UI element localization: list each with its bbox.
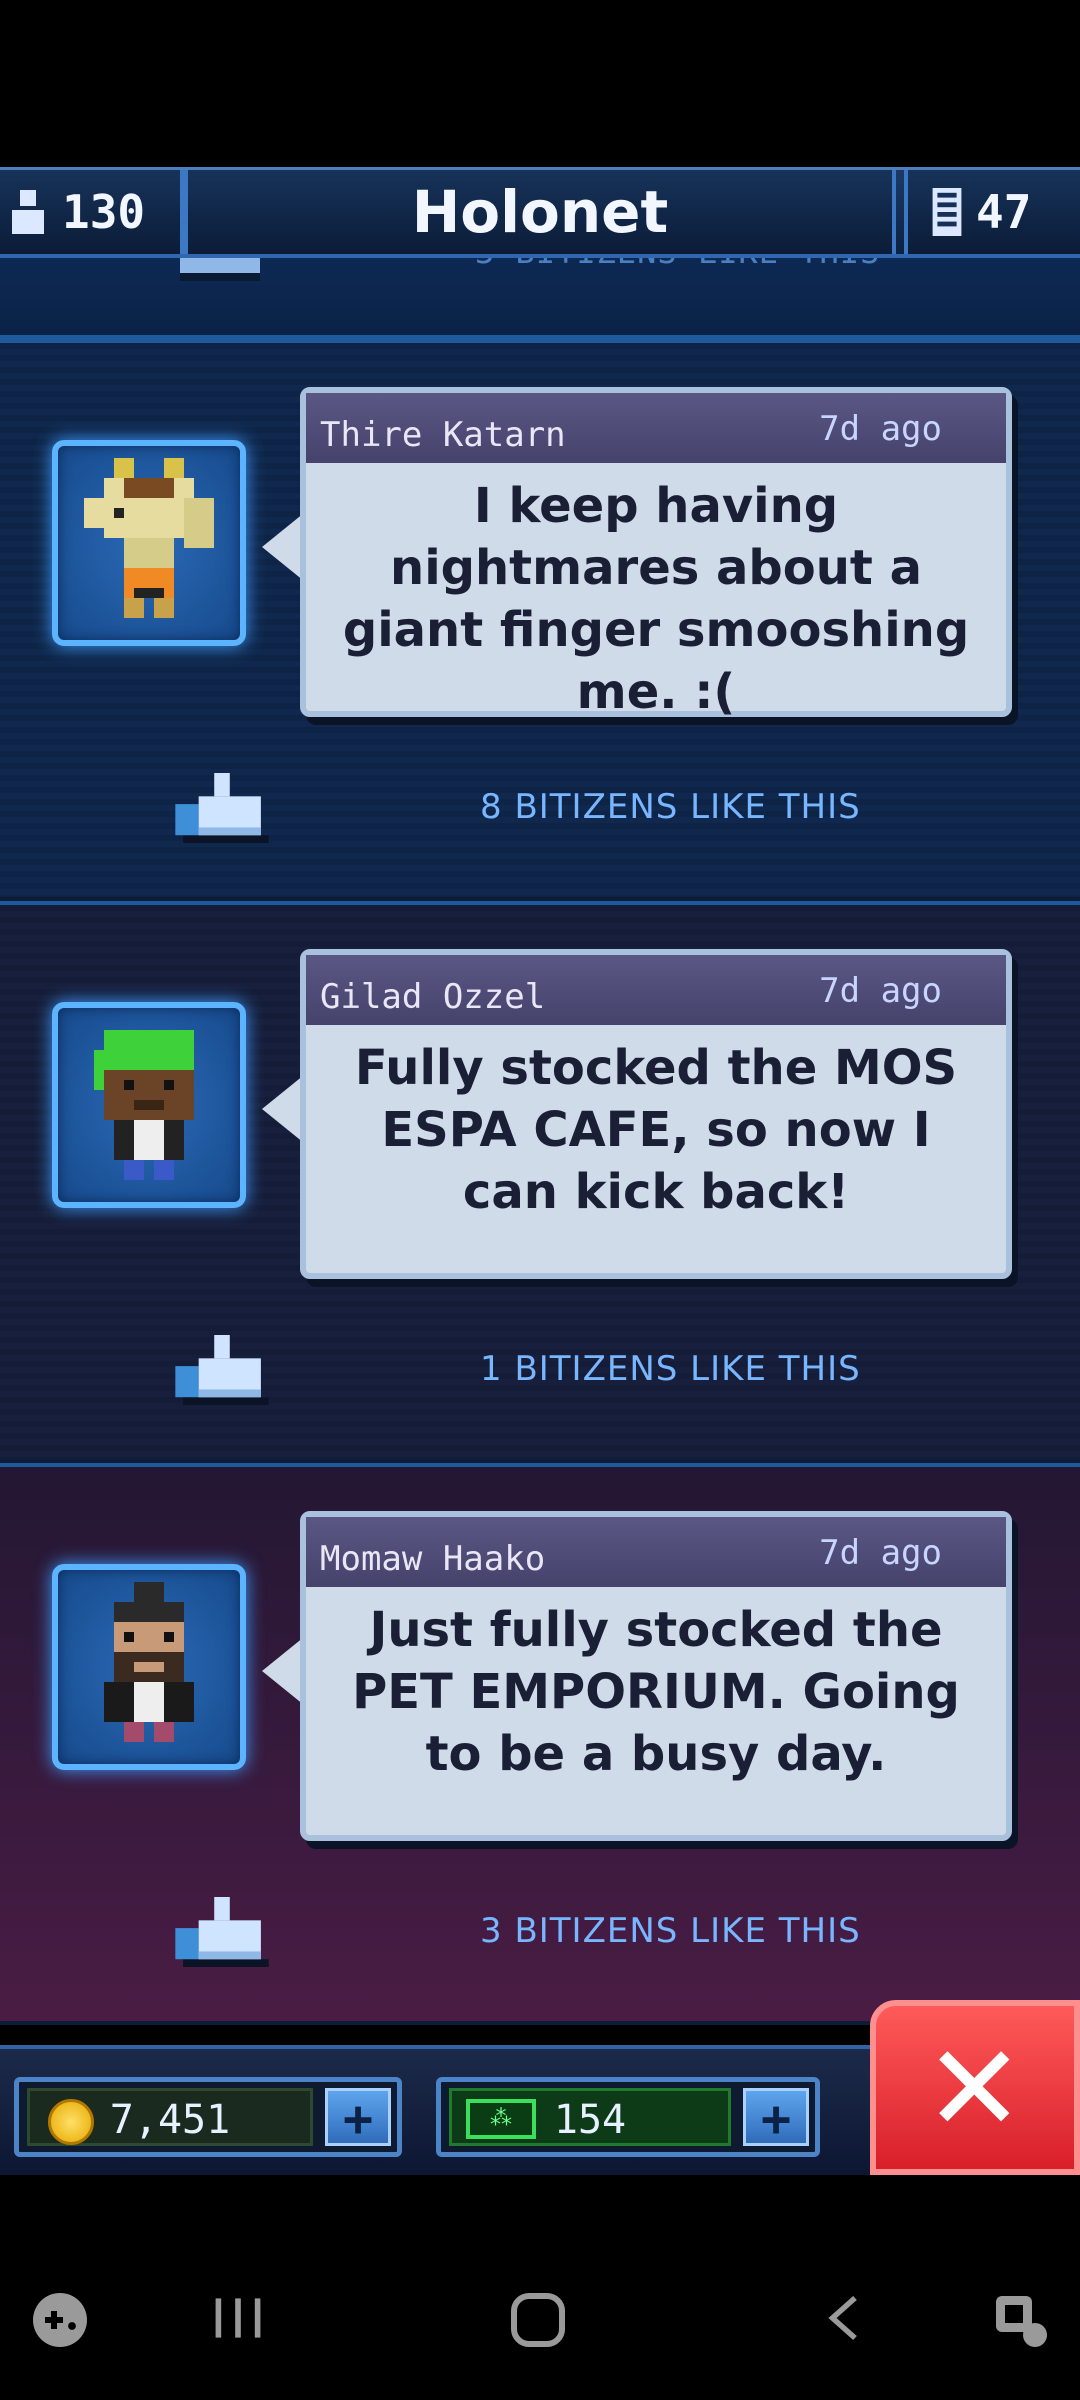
bubble-header: Momaw Haako 7d ago <box>306 1517 1006 1587</box>
population-counter[interactable]: 130 <box>0 170 184 254</box>
buy-bux-button[interactable]: + <box>743 2088 809 2147</box>
game-screen: 130 Holonet 47 3 BITIZENS LIKE THIS Thir… <box>0 0 1080 2400</box>
green-hair-avatar <box>94 1030 194 1180</box>
thumbs-up-icon[interactable] <box>174 1897 270 1967</box>
bubble-tail <box>262 1637 304 1705</box>
coins-counter: 7,451 + <box>14 2077 402 2157</box>
buy-coins-button[interactable]: + <box>325 2088 391 2147</box>
screen-assist-icon[interactable] <box>990 2290 1050 2350</box>
likes-count-text: 8 BITIZENS LIKE THIS <box>480 787 861 827</box>
feed-post: Gilad Ozzel 7d ago Fully stocked the MOS… <box>0 901 1080 1463</box>
message-bubble: Momaw Haako 7d ago Just fully stocked th… <box>300 1511 1012 1841</box>
like-row: 1 BITIZENS LIKE THIS <box>0 1325 1080 1415</box>
game-launcher-icon[interactable] <box>30 2290 90 2350</box>
partial-post: 3 BITIZENS LIKE THIS <box>0 251 1080 339</box>
message-bubble: Thire Katarn 7d ago I keep having nightm… <box>300 387 1012 720</box>
author-name: Gilad Ozzel <box>320 977 546 1017</box>
person-icon <box>12 190 44 234</box>
coins-value: 7,451 <box>109 2097 231 2143</box>
avatar[interactable] <box>52 1564 246 1770</box>
author-name: Thire Katarn <box>320 415 566 455</box>
timestamp: 7d ago <box>819 1533 942 1573</box>
message-text: Fully stocked the MOS ESPA CAFE, so now … <box>354 1040 958 1220</box>
author-name: Momaw Haako <box>320 1539 546 1579</box>
message-text: I keep having nightmares about a giant f… <box>342 478 970 720</box>
message-text: Just fully stocked the PET EMPORIUM. Goi… <box>352 1602 960 1782</box>
bubble-tail <box>262 513 304 581</box>
holonet-feed[interactable]: 3 BITIZENS LIKE THIS Thire Katarn 7d ago… <box>0 251 1080 2045</box>
likes-count-text: 1 BITIZENS LIKE THIS <box>480 1349 861 1389</box>
system-nav-bar <box>0 2175 1080 2400</box>
like-row: 8 BITIZENS LIKE THIS <box>0 763 1080 853</box>
bearded-man-avatar <box>104 1582 194 1742</box>
timestamp: 7d ago <box>819 971 942 1011</box>
feed-post: Thire Katarn 7d ago I keep having nightm… <box>0 339 1080 901</box>
like-row: 3 BITIZENS LIKE THIS <box>0 1887 1080 1977</box>
population-value: 130 <box>62 185 146 239</box>
likes-count-text: 3 BITIZENS LIKE THIS <box>480 1911 861 1951</box>
timestamp: 7d ago <box>819 409 942 449</box>
bux-well: ⁂ 154 <box>449 2088 731 2146</box>
page-title: Holonet <box>184 170 896 254</box>
top-hud: 130 Holonet 47 <box>0 167 1080 258</box>
back-icon[interactable] <box>820 2290 870 2346</box>
recent-apps-icon[interactable] <box>210 2290 266 2346</box>
close-icon: ✕ <box>924 2020 1025 2159</box>
coins-well: 7,451 <box>27 2088 313 2146</box>
message-bubble: Gilad Ozzel 7d ago Fully stocked the MOS… <box>300 949 1012 1279</box>
bubble-header: Gilad Ozzel 7d ago <box>306 955 1006 1025</box>
bux-counter: ⁂ 154 + <box>436 2077 820 2157</box>
avatar[interactable] <box>52 1002 246 1208</box>
bubble-tail <box>262 1075 304 1143</box>
yellow-alien-avatar <box>84 458 214 618</box>
bux-value: 154 <box>553 2097 627 2143</box>
bubble-header: Thire Katarn 7d ago <box>306 393 1006 463</box>
thumbs-up-icon[interactable] <box>174 1335 270 1405</box>
building-icon <box>932 188 962 236</box>
thumbs-up-icon[interactable] <box>174 773 270 843</box>
avatar[interactable] <box>52 440 246 646</box>
floors-counter[interactable]: 47 <box>904 170 1080 254</box>
feed-post: Momaw Haako 7d ago Just fully stocked th… <box>0 1463 1080 2025</box>
home-icon[interactable] <box>508 2290 568 2350</box>
close-button[interactable]: ✕ <box>870 2000 1080 2175</box>
floors-value: 47 <box>976 185 1032 239</box>
